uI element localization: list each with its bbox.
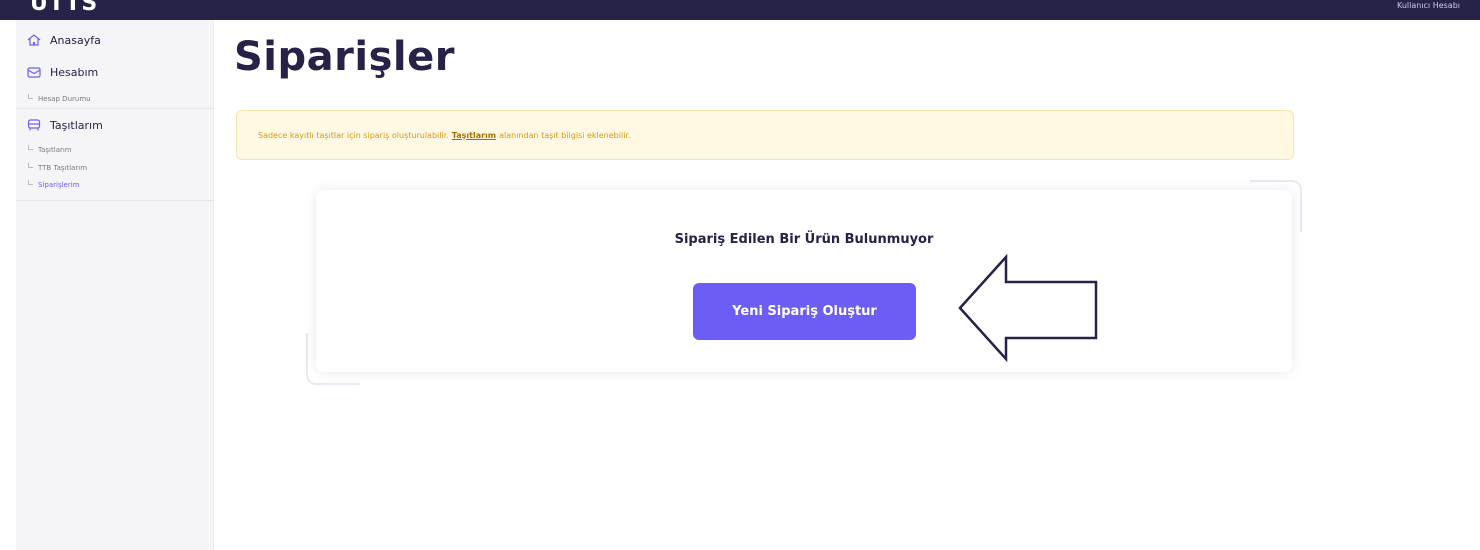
sidebar-subitem-label: Taşıtlarım: [38, 146, 72, 154]
tasitlarim-link[interactable]: Taşıtlarım: [452, 131, 496, 140]
new-order-button[interactable]: Yeni Sipariş Oluştur: [693, 283, 916, 340]
empty-state-card: Sipariş Edilen Bir Ürün Bulunmuyor Yeni …: [316, 190, 1292, 372]
sidebar-subitem-label: TTB Taşıtlarım: [38, 164, 88, 172]
sidebar-subitem-siparislerim[interactable]: Siparişlerim: [28, 180, 79, 189]
tree-connector: [28, 180, 33, 185]
alert-text-prefix: Sadece kayıtlı taşıtlar için sipariş olu…: [258, 130, 449, 140]
sidebar-divider: [16, 108, 214, 109]
sidebar-item-label: Anasayfa: [50, 33, 101, 47]
top-navbar: UTTS Kullanıcı Hesabı: [0, 0, 1480, 20]
sidebar-item-tasitlarim[interactable]: Taşıtlarım: [16, 117, 214, 133]
sidebar-item-hesabim[interactable]: Hesabım: [16, 64, 214, 80]
sidebar-subitem-ttb-tasitlarim[interactable]: TTB Taşıtlarım: [28, 163, 87, 172]
user-menu[interactable]: Kullanıcı Hesabı: [1397, 1, 1460, 10]
home-icon: [27, 34, 41, 46]
alert-text-suffix: alanından taşıt bilgisi eklenebilir.: [499, 130, 631, 140]
sidebar-subitem-label: Hesap Durumu: [38, 95, 91, 103]
sidebar-item-label: Taşıtlarım: [50, 118, 103, 132]
tree-connector: [28, 94, 33, 99]
sidebar-divider: [16, 200, 214, 201]
info-alert: Sadece kayıtlı taşıtlar için sipariş olu…: [236, 110, 1294, 160]
empty-state-message: Sipariş Edilen Bir Ürün Bulunmuyor: [674, 232, 934, 247]
tree-connector: [28, 163, 33, 168]
sidebar-item-anasayfa[interactable]: Anasayfa: [16, 32, 214, 48]
sidebar-subitem-tasitlarim[interactable]: Taşıtlarım: [28, 145, 72, 154]
app-logo[interactable]: UTTS: [30, 0, 98, 16]
sidebar: Anasayfa Hesabım Hesap Durumu Taşıtlarım…: [16, 20, 214, 550]
sidebar-subitem-label: Siparişlerim: [38, 181, 80, 189]
left-arrow-icon: [958, 253, 1098, 363]
sidebar-subitem-hesap-durumu[interactable]: Hesap Durumu: [28, 94, 91, 103]
tree-connector: [28, 145, 33, 150]
car-icon: [27, 119, 41, 131]
envelope-icon: [27, 67, 41, 78]
page-title: Siparişler: [234, 34, 455, 80]
sidebar-item-label: Hesabım: [50, 65, 99, 79]
